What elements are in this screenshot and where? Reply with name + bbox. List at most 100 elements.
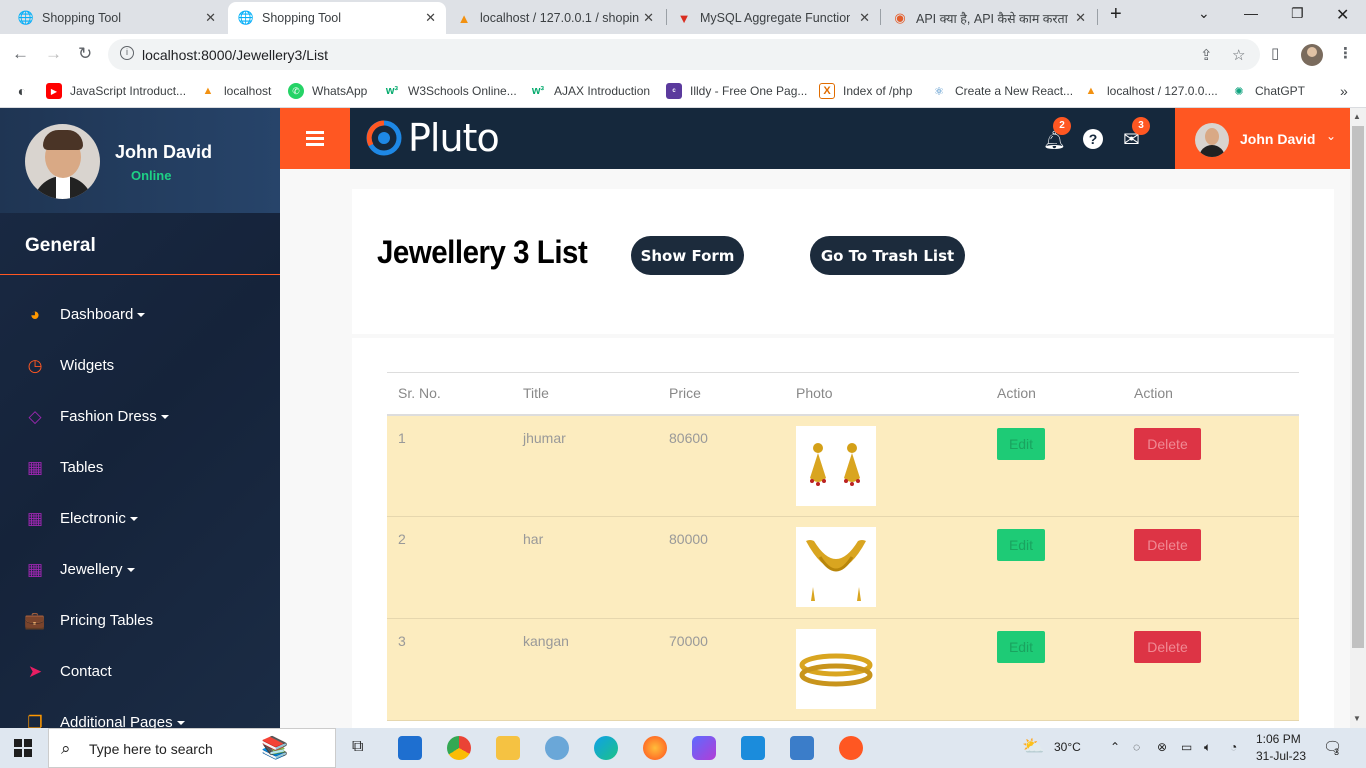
w3schools-icon: w³ (531, 85, 545, 97)
profile-avatar[interactable] (1301, 44, 1323, 66)
weather-temp[interactable]: 30°C (1054, 740, 1081, 754)
close-tab-icon[interactable]: ✕ (205, 10, 216, 26)
tray-app-icon[interactable]: ◌ (1133, 740, 1140, 754)
column-header: Action (1134, 385, 1173, 402)
browser-tab[interactable]: ▼ MySQL Aggregate Functions ✕ (666, 2, 880, 34)
site-info-icon[interactable]: i (120, 46, 134, 60)
browser-tab-active[interactable]: 🌐 Shopping Tool ✕ (228, 2, 446, 34)
browser-tab[interactable]: ▲ localhost / 127.0.0.1 / shopin ✕ (446, 2, 664, 34)
sidebar-item-jewellery[interactable]: ▦ Jewellery (0, 551, 280, 591)
bookmark-item[interactable]: ✆ WhatsApp (288, 83, 367, 99)
necklace-photo (796, 527, 876, 607)
close-tab-icon[interactable]: ✕ (643, 10, 654, 26)
copilot-app-icon[interactable] (692, 736, 716, 760)
clock-date[interactable]: 31-Jul-23 (1256, 749, 1306, 763)
side-panel-icon[interactable]: ▯ (1271, 44, 1279, 62)
volume-icon[interactable]: 🔈︎ (1204, 740, 1211, 755)
back-icon[interactable]: ← (12, 44, 29, 64)
bookmark-star-icon[interactable]: ☆ (1232, 46, 1245, 64)
photos-app-icon[interactable] (790, 736, 814, 760)
close-window-icon[interactable]: ✕ (1336, 5, 1349, 25)
w3schools-icon: w³ (385, 85, 399, 97)
restore-icon[interactable]: ❐ (1291, 5, 1304, 22)
vscode-app-icon[interactable] (741, 736, 765, 760)
bookmark-item[interactable]: ✺ ChatGPT (1231, 83, 1305, 99)
diamond-icon: ◇ (28, 407, 42, 426)
mail-app-icon[interactable] (398, 736, 422, 760)
minimize-icon[interactable]: — (1244, 5, 1258, 21)
edit-button[interactable]: Edit (997, 631, 1045, 663)
url-field[interactable]: i localhost:8000/Jewellery3/List ⇪ ☆ (108, 39, 1260, 70)
bookmark-item[interactable]: c Illdy - Free One Pag... (666, 83, 807, 99)
taskbar-search-input[interactable]: ⌕ Type here to search 📚 (48, 728, 336, 768)
battery-icon[interactable]: ▭ (1181, 740, 1192, 754)
share-icon[interactable]: ⇪ (1200, 46, 1213, 64)
sublime-app-icon[interactable] (839, 736, 863, 760)
new-tab-icon[interactable]: + (1110, 3, 1122, 26)
windows-start-button[interactable] (14, 739, 32, 757)
edit-button[interactable]: Edit (997, 529, 1045, 561)
online-status: Online (131, 168, 172, 183)
user-dropdown[interactable]: John David ⌄ (1175, 108, 1350, 169)
delete-button[interactable]: Delete (1134, 631, 1201, 663)
close-tab-icon[interactable]: ✕ (425, 10, 436, 26)
more-bookmarks-icon[interactable]: » (1340, 83, 1348, 99)
earrings-photo (796, 425, 876, 506)
main-content: Jewellery 3 List Show Form Go To Trash L… (280, 169, 1350, 728)
browser-tab[interactable]: 🌐 Shopping Tool ✕ (8, 2, 226, 34)
sidebar-item-fashion-dress[interactable]: ◇ Fashion Dress (0, 398, 280, 438)
bookmark-item[interactable]: ▲ localhost (200, 83, 272, 99)
sidebar-item-additional-pages[interactable]: ❐ Additional Pages (0, 704, 280, 728)
forward-icon[interactable]: → (45, 44, 62, 64)
sidebar-item-contact[interactable]: ➤ Contact (0, 653, 280, 693)
clock-icon: ◷ (27, 356, 43, 375)
bookmark-item[interactable]: w³ W3Schools Online... (384, 83, 517, 99)
task-view-icon[interactable]: ⧉ (352, 738, 363, 756)
sidebar-item-tables[interactable]: ▦ Tables (0, 449, 280, 489)
phpmyadmin-icon: ▲ (457, 10, 471, 26)
help-icon[interactable]: ? (1083, 129, 1103, 149)
delete-button[interactable]: Delete (1134, 427, 1201, 460)
apps-icon[interactable]: ◐ (14, 83, 38, 99)
bookmark-item[interactable]: ▶ JavaScript Introduct... (46, 83, 186, 99)
bookmark-item[interactable]: w³ AJAX Introduction (530, 83, 650, 99)
sidebar-item-pricing-tables[interactable]: 💼 Pricing Tables (0, 602, 280, 642)
notification-center-icon[interactable]: 🗨︎ (1323, 738, 1342, 756)
sidebar-item-electronic[interactable]: ▦ Electronic (0, 500, 280, 540)
close-tab-icon[interactable]: ✕ (859, 10, 870, 26)
browser-tab[interactable]: ◉ API क्या है, API कैसे काम करता ✕ (882, 2, 1096, 34)
clock-time[interactable]: 1:06 PM (1256, 732, 1301, 746)
scroll-down-icon[interactable]: ▼ (1353, 714, 1361, 723)
firefox-app-icon[interactable] (643, 736, 667, 760)
chatgpt-icon: ✺ (1234, 85, 1244, 98)
weather-icon[interactable]: ⛅ (1022, 736, 1044, 757)
menu-kebab-icon[interactable]: ⋮ (1338, 44, 1353, 62)
sidebar-item-dashboard[interactable]: ◕ Dashboard (0, 296, 280, 336)
paint-app-icon[interactable] (545, 736, 569, 760)
site-icon: ◉ (894, 10, 906, 25)
browser-tab-bar: 🌐 Shopping Tool ✕ 🌐 Shopping Tool ✕ ▲ lo… (0, 0, 1366, 34)
tray-sync-icon[interactable]: ⊗ (1157, 740, 1167, 754)
reload-icon[interactable]: ↻ (78, 44, 92, 64)
bookmark-item[interactable]: X Index of /php (819, 83, 912, 99)
chrome-app-icon[interactable] (447, 736, 471, 760)
hamburger-menu-button[interactable] (280, 108, 350, 169)
scroll-up-icon[interactable]: ▲ (1353, 112, 1361, 121)
close-tab-icon[interactable]: ✕ (1075, 10, 1086, 26)
wifi-icon[interactable]: ◔ (1230, 740, 1237, 754)
file-explorer-icon[interactable] (496, 736, 520, 760)
sidebar-item-widgets[interactable]: ◷ Widgets (0, 347, 280, 387)
show-form-button[interactable]: Show Form (631, 236, 744, 275)
page-scrollbar[interactable]: ▲ ▼ (1350, 108, 1366, 728)
scrollbar-thumb[interactable] (1352, 126, 1364, 648)
notifications-badge: 2 (1053, 117, 1071, 135)
tab-search-icon[interactable]: ⌄ (1198, 5, 1210, 22)
tray-chevron-icon[interactable]: ⌃ (1110, 740, 1120, 754)
trash-list-button[interactable]: Go To Trash List (810, 236, 965, 275)
bookmark-item[interactable]: ⚛ Create a New React... (931, 83, 1073, 99)
delete-button[interactable]: Delete (1134, 529, 1201, 561)
bookmark-item[interactable]: ▲ localhost / 127.0.0.... (1083, 83, 1218, 99)
edge-app-icon[interactable] (594, 736, 618, 760)
edit-button[interactable]: Edit (997, 427, 1045, 460)
pluto-logo-icon (366, 120, 402, 156)
